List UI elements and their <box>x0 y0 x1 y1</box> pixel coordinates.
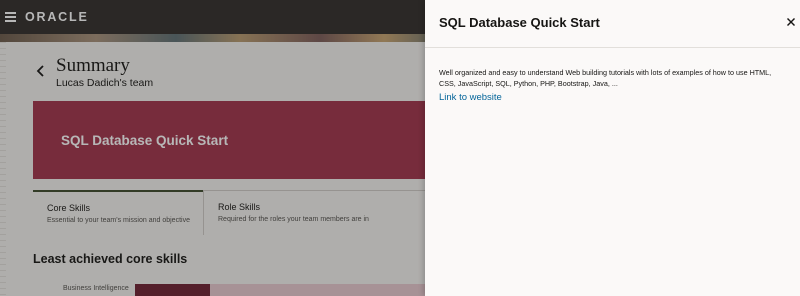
website-link[interactable]: Link to website <box>439 92 502 103</box>
drawer-header: SQL Database Quick Start <box>425 0 800 48</box>
drawer-title: SQL Database Quick Start <box>439 15 600 30</box>
details-drawer: SQL Database Quick Start Well organized … <box>425 0 800 296</box>
drawer-description: Well organized and easy to understand We… <box>439 68 772 88</box>
close-icon[interactable] <box>786 17 796 27</box>
modal-scrim[interactable] <box>0 0 425 296</box>
